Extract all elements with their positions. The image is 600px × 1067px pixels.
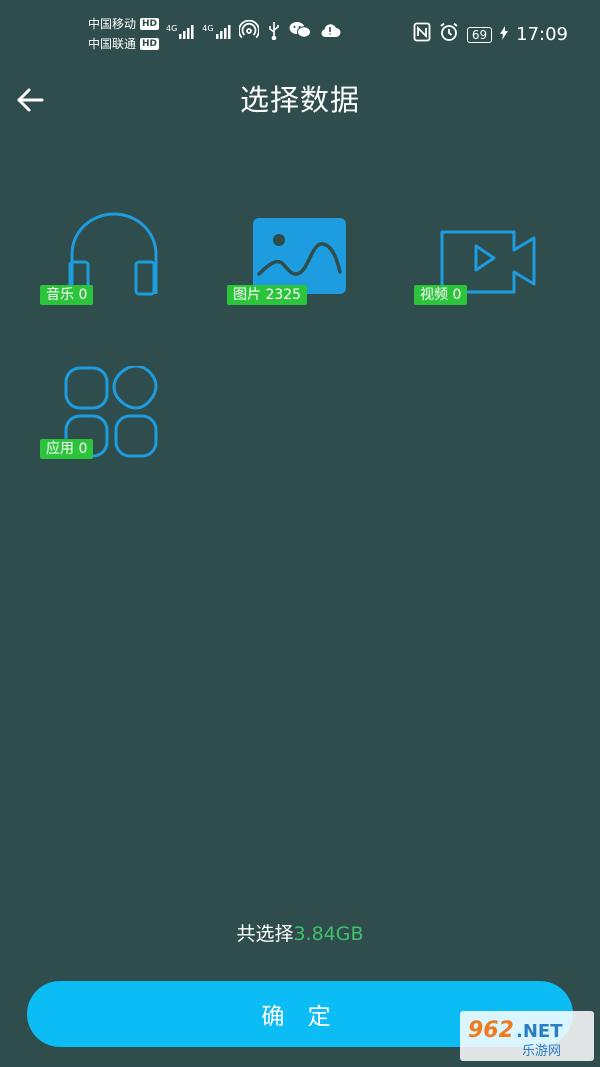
alarm-icon [439, 22, 459, 47]
category-video[interactable]: 视频 0 [414, 212, 544, 322]
hd-badge: HD [140, 38, 160, 50]
total-selected-size: 3.84GB [293, 923, 364, 945]
category-badge: 应用 0 [40, 439, 94, 459]
category-badge: 图片 2325 [227, 285, 308, 305]
category-photo[interactable]: 图片 2325 [227, 212, 357, 322]
cloud-icon [319, 22, 341, 42]
total-selected-label: 共选择 [236, 923, 294, 945]
nfc-icon [413, 22, 431, 47]
category-badge: 视频 0 [414, 285, 468, 305]
clock-time: 17:09 [516, 24, 568, 45]
category-count: 0 [448, 287, 462, 303]
category-count: 0 [74, 441, 88, 457]
category-count: 0 [74, 287, 88, 303]
category-label: 图片 [233, 287, 261, 303]
category-label: 音乐 [46, 287, 74, 303]
carrier-name-1: 中国移动 [88, 17, 137, 31]
signal-icon: 4G [166, 24, 194, 40]
status-bar: 中国移动 HD 中国联通 HD 4G 4G 69 17:09 [0, 0, 600, 70]
category-music[interactable]: 音乐 0 [40, 212, 170, 322]
battery-icon: 69 [466, 26, 493, 43]
carrier-info: 中国移动 HD 中国联通 HD [88, 14, 160, 54]
svg-text:.NET: .NET [516, 1021, 563, 1042]
total-selected-summary: 共选择3.84GB [0, 920, 600, 948]
wechat-icon [289, 21, 311, 43]
site-watermark-logo: 962 .NET 乐游网 [460, 1011, 594, 1061]
hotspot-icon [237, 19, 260, 44]
charging-icon [500, 24, 509, 45]
svg-text:乐游网: 乐游网 [522, 1044, 561, 1059]
network-type-label: 4G [166, 24, 178, 33]
app-header: 选择数据 [0, 70, 600, 130]
signal-icon: 4G [202, 24, 231, 40]
page-title: 选择数据 [239, 83, 360, 117]
svg-text:962: 962 [468, 1018, 514, 1043]
carrier-name-2: 中国联通 [88, 37, 137, 51]
usb-icon [267, 20, 281, 44]
category-label: 应用 [46, 441, 74, 457]
category-apps[interactable]: 应用 0 [40, 364, 170, 476]
hd-badge: HD [140, 18, 160, 30]
category-count: 2325 [261, 287, 302, 303]
category-badge: 音乐 0 [40, 285, 94, 305]
category-label: 视频 [420, 287, 448, 303]
network-type-label: 4G [202, 24, 214, 33]
